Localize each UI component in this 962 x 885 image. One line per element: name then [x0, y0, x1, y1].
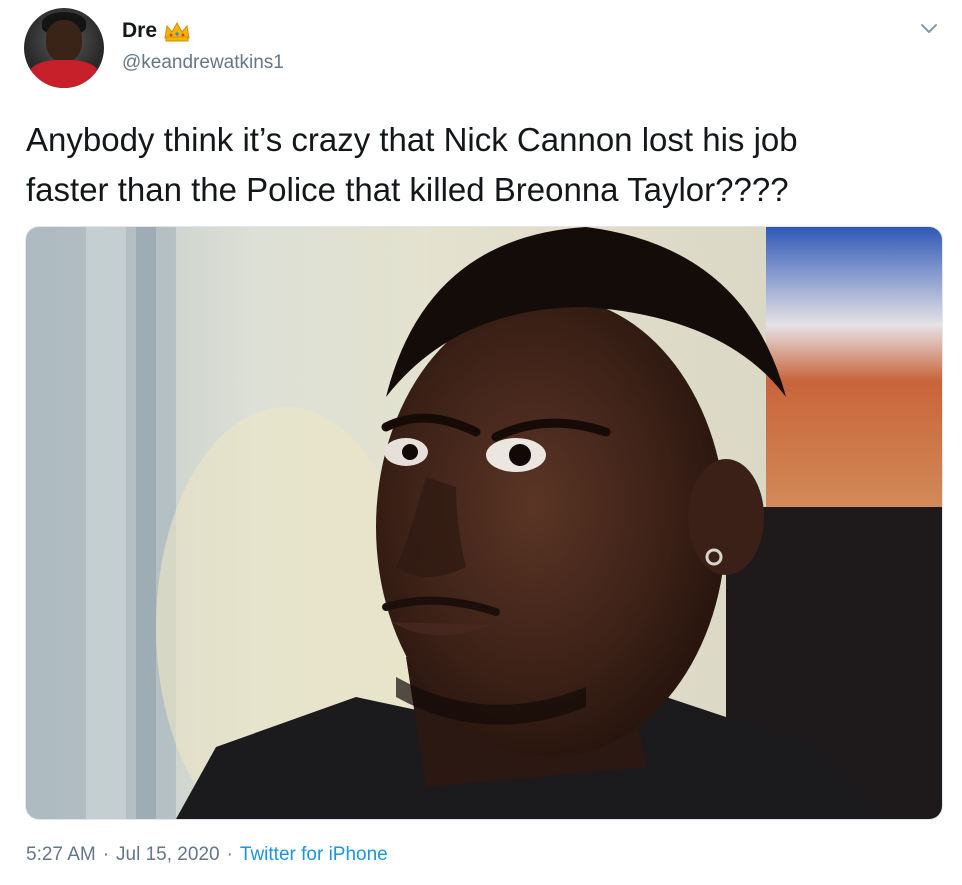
display-name[interactable]: Dre	[122, 19, 191, 43]
chevron-down-icon	[921, 24, 937, 33]
avatar-face	[46, 20, 82, 62]
tweet-meta: 5:27 AM · Jul 15, 2020 · Twitter for iPh…	[26, 844, 388, 866]
tweet-media-image[interactable]	[25, 226, 943, 820]
tweet-source-link[interactable]: Twitter for iPhone	[240, 844, 388, 866]
tweet-time[interactable]: 5:27 AM	[26, 844, 96, 866]
avatar[interactable]	[24, 8, 104, 88]
crown-icon	[163, 20, 191, 42]
tweet-text: Anybody think it’s crazy that Nick Canno…	[26, 121, 798, 208]
tweet-menu-button[interactable]	[916, 16, 942, 42]
meta-separator: ·	[102, 844, 110, 865]
avatar-shirt	[28, 60, 100, 88]
tweet-date[interactable]: Jul 15, 2020	[116, 844, 220, 866]
username[interactable]: @keandrewatkins1	[122, 52, 284, 74]
tweet-card: Dre @keandrewatkins1 Anybody think it’s …	[0, 0, 962, 885]
meta-separator: ·	[226, 844, 233, 865]
display-name-text: Dre	[122, 19, 158, 42]
